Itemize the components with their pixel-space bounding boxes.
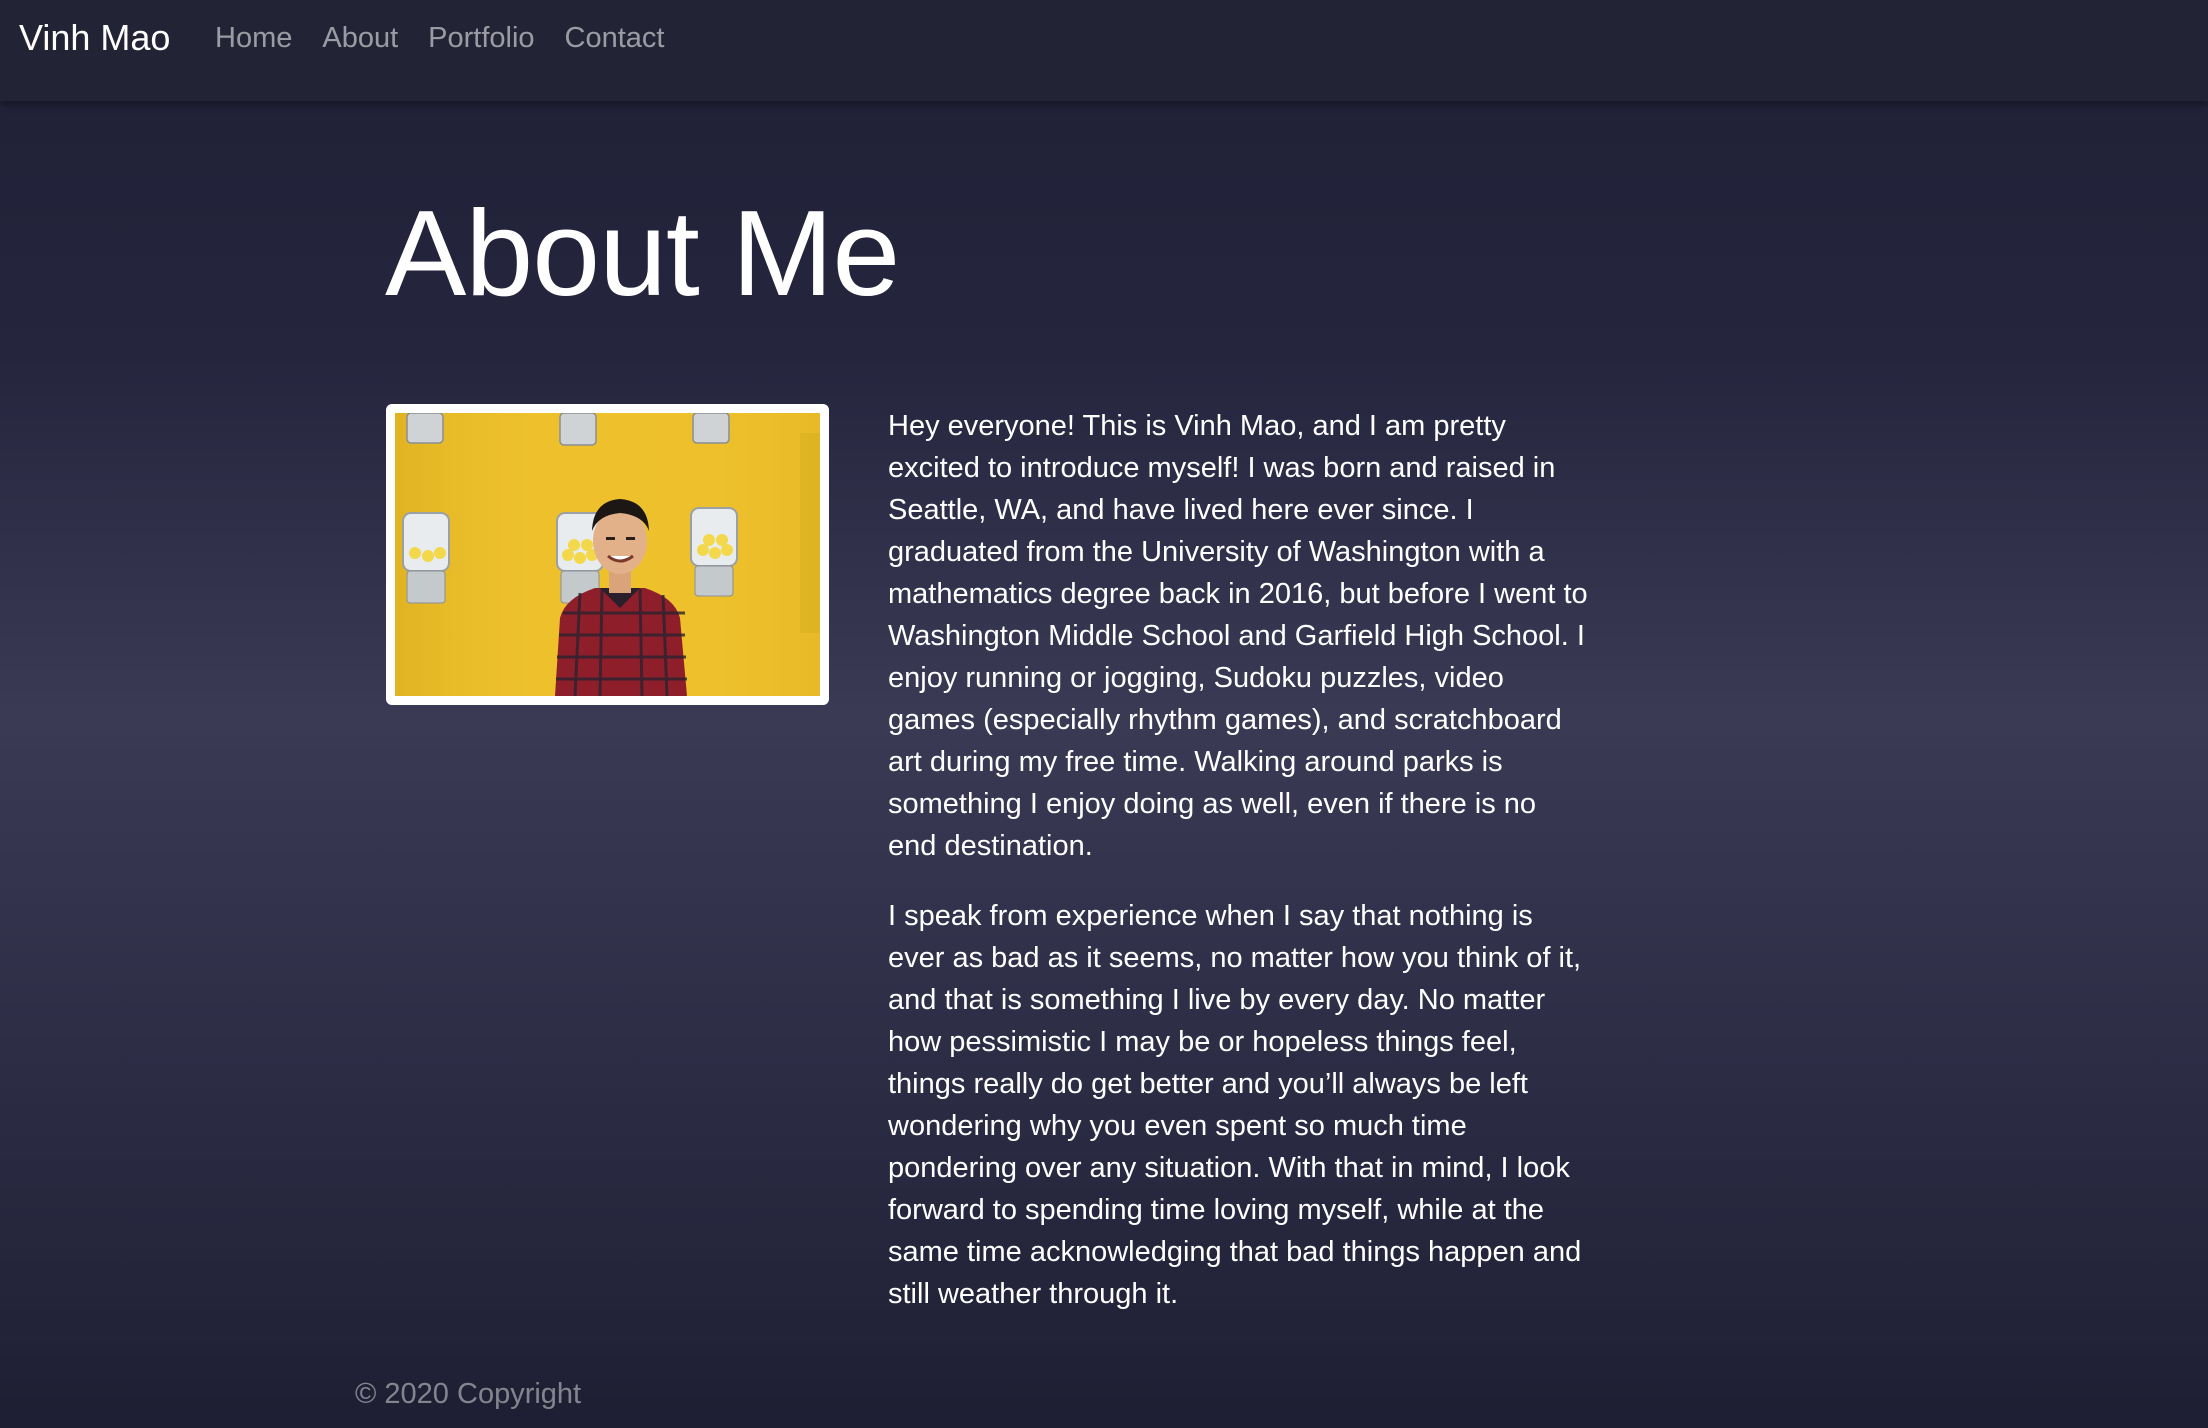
brand-link[interactable]: Vinh Mao [19, 16, 170, 60]
nav-links: Home About Portfolio Contact [215, 18, 695, 58]
nav-link-contact[interactable]: Contact [565, 18, 665, 58]
bio-text: Hey everyone! This is Vinh Mao, and I am… [888, 405, 1588, 1343]
bio-paragraph-2: I speak from experience when I say that … [888, 900, 1582, 1310]
profile-photo [395, 413, 820, 696]
page-title: About Me [385, 185, 900, 321]
nav-link-about[interactable]: About [322, 18, 398, 58]
bio-paragraph-1: Hey everyone! This is Vinh Mao, and I am… [888, 410, 1588, 862]
nav-link-portfolio[interactable]: Portfolio [428, 18, 534, 58]
nav-link-home[interactable]: Home [215, 18, 292, 58]
navbar: Vinh Mao Home About Portfolio Contact [0, 0, 2208, 101]
profile-photo-frame [386, 404, 829, 705]
footer-copyright: © 2020 Copyright [355, 1378, 582, 1410]
